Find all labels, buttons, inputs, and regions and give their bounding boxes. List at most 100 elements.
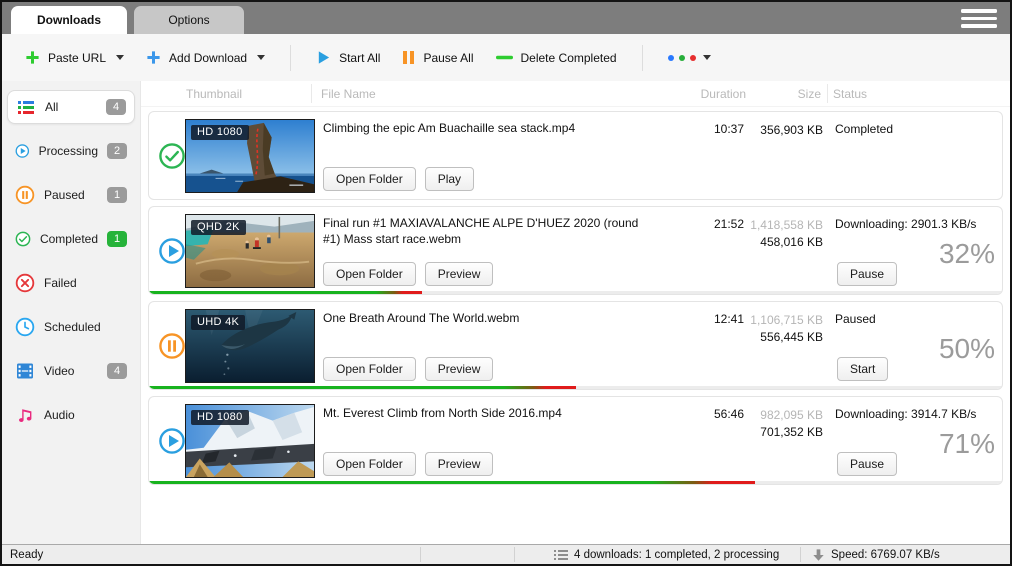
sidebar-item-scheduled[interactable]: Scheduled [7, 310, 135, 344]
status-text: Completed [835, 122, 893, 136]
sidebar-item-label: Completed [40, 232, 98, 246]
sidebar-item-label: Processing [39, 144, 98, 158]
download-row-2[interactable]: QHD 2K Final run #1 MAXIAVALANCHE ALPE D… [148, 206, 1003, 295]
sidebar-item-failed[interactable]: Failed [7, 266, 135, 300]
all-list-icon [16, 97, 36, 117]
size-value: 356,903 KB [737, 122, 823, 139]
paste-url-button[interactable]: Paste URL [16, 43, 133, 72]
statusbar: Ready 4 downloads: 1 completed, 2 proces… [2, 544, 1010, 564]
pause-download-button[interactable]: Pause [837, 262, 897, 286]
thumbnail-mtb-race: QHD 2K [185, 214, 315, 288]
delete-completed-button[interactable]: Delete Completed [487, 44, 626, 72]
size-downloaded: 556,445 KB [737, 329, 823, 346]
pause-icon [402, 50, 415, 65]
preview-button[interactable]: Preview [425, 357, 494, 381]
titlebar: Downloads Options [2, 2, 1010, 34]
add-download-label: Add Download [169, 51, 247, 65]
duration-value: 12:41 [649, 312, 744, 326]
list-summary-icon [554, 549, 568, 561]
size-total: 982,095 KB [737, 407, 823, 424]
size-total: 1,106,715 KB [737, 312, 823, 329]
start-all-button[interactable]: Start All [307, 43, 389, 72]
open-folder-button[interactable]: Open Folder [323, 262, 416, 286]
toolbar: Paste URL Add Download Start All Pause A… [2, 34, 1010, 81]
download-row-3[interactable]: UHD 4K One Breath Around The World.webm … [148, 301, 1003, 390]
progress-bar [149, 291, 1002, 294]
completed-check-icon [158, 142, 186, 170]
downloading-play-icon [158, 427, 186, 455]
more-actions-button[interactable] [659, 48, 720, 68]
download-row-1[interactable]: HD 1080 Climbing the epic Am Buachaille … [148, 111, 1003, 200]
statusbar-separator [514, 547, 515, 562]
sidebar-item-paused[interactable]: Paused 1 [7, 178, 135, 212]
thumbnail-whale: UHD 4K [185, 309, 315, 383]
percent-text: 71% [939, 428, 995, 460]
sidebar-item-label: Audio [44, 408, 75, 422]
count-badge: 4 [107, 363, 127, 379]
progress-bar [149, 386, 1002, 389]
downloading-play-icon [158, 237, 186, 265]
file-name: Climbing the epic Am Buachaille sea stac… [323, 120, 655, 136]
sidebar-item-audio[interactable]: Audio [7, 398, 135, 432]
file-name: Final run #1 MAXIAVALANCHE ALPE D'HUEZ 2… [323, 215, 655, 247]
downloads-list: Thumbnail File Name Duration Size Status [141, 81, 1010, 544]
delete-completed-label: Delete Completed [521, 51, 617, 65]
preview-button[interactable]: Preview [425, 262, 494, 286]
play-icon [316, 50, 331, 65]
size-total: 1,418,558 KB [737, 217, 823, 234]
size-downloaded: 701,352 KB [737, 424, 823, 441]
dot-green-icon [679, 55, 685, 61]
paused-pause-icon [158, 332, 186, 360]
open-folder-button[interactable]: Open Folder [323, 357, 416, 381]
status-text: Downloading: 2901.3 KB/s [835, 217, 976, 231]
quality-badge: HD 1080 [191, 125, 249, 140]
hamburger-menu-icon[interactable] [961, 9, 997, 28]
pause-all-button[interactable]: Pause All [393, 43, 482, 72]
dot-blue-icon [668, 55, 674, 61]
sidebar-item-processing[interactable]: Processing 2 [7, 134, 135, 168]
file-name: One Breath Around The World.webm [323, 310, 655, 326]
percent-text: 50% [939, 333, 995, 365]
count-badge: 1 [107, 231, 127, 247]
sidebar-item-label: Failed [44, 276, 77, 290]
play-button[interactable]: Play [425, 167, 474, 191]
tab-options[interactable]: Options [134, 6, 244, 34]
open-folder-button[interactable]: Open Folder [323, 167, 416, 191]
sidebar-item-completed[interactable]: Completed 1 [7, 222, 135, 256]
check-circle-icon [15, 229, 31, 249]
download-row-4[interactable]: HD 1080 Mt. Everest Climb from North Sid… [148, 396, 1003, 485]
plus-blue-icon [146, 50, 161, 65]
quality-badge: UHD 4K [191, 315, 245, 330]
thumbnail-everest: HD 1080 [185, 404, 315, 478]
open-folder-button[interactable]: Open Folder [323, 452, 416, 476]
preview-button[interactable]: Preview [425, 452, 494, 476]
column-duration: Duration [661, 87, 746, 101]
sidebar-item-all[interactable]: All 4 [7, 90, 135, 124]
start-download-button[interactable]: Start [837, 357, 888, 381]
column-status: Status [833, 87, 867, 101]
sidebar: All 4 Processing 2 Paused 1 Completed 1 … [2, 81, 141, 544]
list-header: Thumbnail File Name Duration Size Status [141, 81, 1010, 107]
duration-value: 10:37 [649, 122, 744, 136]
paste-url-label: Paste URL [48, 51, 106, 65]
sidebar-item-video[interactable]: Video 4 [7, 354, 135, 388]
quality-badge: HD 1080 [191, 410, 249, 425]
app-window: Downloads Options Paste URL Add Download… [0, 0, 1012, 566]
file-name: Mt. Everest Climb from North Side 2016.m… [323, 405, 655, 421]
pause-circle-icon [15, 185, 35, 205]
quality-badge: QHD 2K [191, 220, 246, 235]
progress-bar [149, 481, 1002, 484]
toolbar-separator [290, 45, 291, 71]
statusbar-summary-text: 4 downloads: 1 completed, 2 processing [574, 549, 779, 561]
clock-icon [15, 317, 35, 337]
pause-download-button[interactable]: Pause [837, 452, 897, 476]
duration-value: 21:52 [649, 217, 744, 231]
statusbar-separator [420, 547, 421, 562]
status-text: Paused [835, 312, 876, 326]
statusbar-ready-text: Ready [2, 549, 43, 561]
chevron-down-icon [116, 55, 124, 60]
column-size: Size [749, 87, 821, 101]
dot-red-icon [690, 55, 696, 61]
tab-downloads[interactable]: Downloads [11, 6, 127, 34]
add-download-button[interactable]: Add Download [137, 43, 274, 72]
